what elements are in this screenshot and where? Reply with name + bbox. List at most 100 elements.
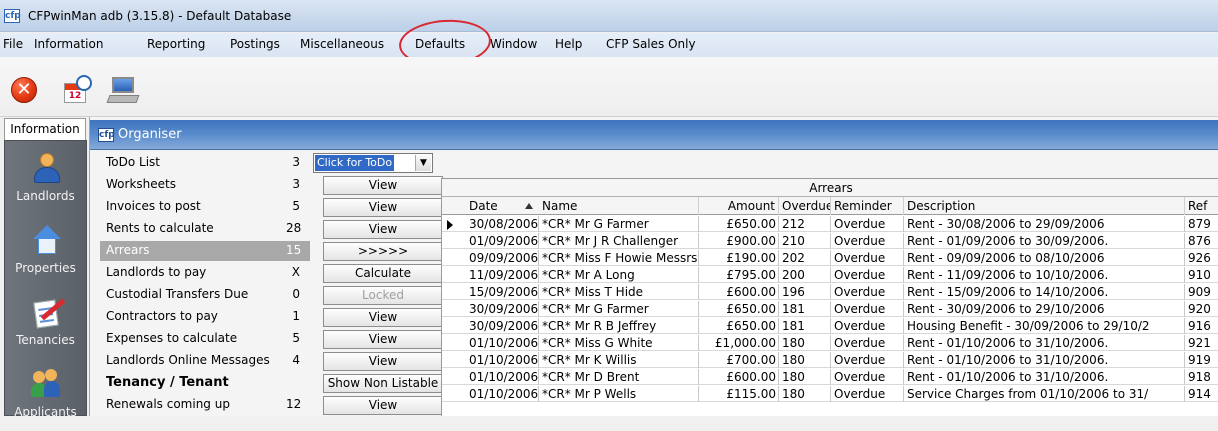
ref-cell: 919 [1188, 353, 1211, 367]
view-rents-button[interactable]: View [323, 220, 443, 239]
menu-reporting[interactable]: Reporting [147, 37, 205, 51]
show-non-listable-button[interactable]: Show Non Listable [323, 374, 443, 393]
description-cell: Rent - 15/09/2006 to 14/10/2006. [904, 284, 1185, 300]
reminder-cell: Overdue [831, 352, 904, 368]
nav-panel: Landlords Properties Tenancies Applicant… [4, 140, 87, 419]
menu-miscellaneous[interactable]: Miscellaneous [300, 37, 384, 51]
date-cell: 09/09/2006 [466, 250, 539, 266]
menu-defaults[interactable]: Defaults [415, 37, 465, 51]
row-label: Renewals coming up [106, 397, 230, 411]
table-row[interactable]: 01/09/2006 *CR* Mr J R Challenger £900.00 2… [442, 233, 1218, 249]
calendar-icon[interactable]: 12 [62, 75, 92, 105]
nav-label-landlords: Landlords [16, 189, 75, 203]
row-label: Custodial Transfers Due [106, 287, 249, 301]
applicants-icon [31, 369, 63, 399]
name-cell: *CR* Mr R B Jeffrey [539, 318, 699, 334]
table-row[interactable]: 01/10/2006 *CR* Mr D Brent £600.00 180 Overd… [442, 369, 1218, 385]
view-worksheets-button[interactable]: View [323, 176, 443, 195]
organiser-header: cfp Organiser [90, 120, 1218, 150]
ref-cell: 918 [1188, 370, 1211, 384]
reminder-cell: Overdue [831, 216, 904, 232]
column-header-overdue[interactable]: Overdue [779, 197, 831, 215]
arrears-grid[interactable]: Arrears Date Name Amount Overdue Reminde… [441, 178, 1218, 416]
computer-icon[interactable] [106, 75, 140, 105]
row-label: Landlords to pay [106, 265, 207, 279]
table-row[interactable]: 30/08/2006 *CR* Mr G Farmer £650.00 212 Over… [442, 216, 1218, 232]
name-cell: *CR* Miss F Howie Messrs [539, 250, 699, 266]
date-cell: 01/10/2006 [466, 335, 539, 351]
table-row[interactable]: 30/09/2006 *CR* Mr G Farmer £650.00 181 Over… [442, 301, 1218, 317]
column-header-ref[interactable]: Ref [1185, 197, 1218, 215]
view-contractors-button[interactable]: View [323, 308, 443, 327]
table-row[interactable]: 09/09/2006 *CR* Miss F Howie Messrs £190.0… [442, 250, 1218, 266]
nav-item-applicants[interactable]: Applicants [5, 365, 86, 431]
app-logo-icon: cfp [4, 9, 21, 23]
reminder-cell: Overdue [831, 250, 904, 266]
table-row[interactable]: 11/09/2006 *CR* Mr A Long £795.00 200 Overdu… [442, 267, 1218, 283]
row-count: 1 [292, 309, 300, 323]
locked-button: Locked [323, 286, 443, 305]
row-indicator [442, 233, 466, 249]
amount-cell: £600.00 [699, 284, 779, 300]
column-header-name[interactable]: Name [539, 197, 699, 215]
amount-cell: £115.00 [699, 386, 779, 402]
view-messages-button[interactable]: View [323, 352, 443, 371]
ref-cell: 910 [1188, 268, 1211, 282]
menu-information[interactable]: Information [34, 37, 103, 51]
organiser-row-renewals: Renewals coming up 12 View [100, 395, 443, 417]
date-cell: 30/09/2006 [466, 301, 539, 317]
menu-window[interactable]: Window [490, 37, 537, 51]
row-count: 5 [292, 331, 300, 345]
amount-cell: £900.00 [699, 233, 779, 249]
view-renewals-button[interactable]: View [323, 396, 443, 415]
nav-item-landlords[interactable]: Landlords [5, 149, 86, 215]
chevron-down-icon[interactable]: ▼ [415, 155, 431, 171]
row-label[interactable]: Arrears [106, 243, 150, 257]
row-indicator [442, 267, 466, 283]
name-cell: *CR* Miss T Hide [539, 284, 699, 300]
amount-cell: £650.00 [699, 216, 779, 232]
date-cell: 01/10/2006 [466, 352, 539, 368]
ref-cell: 921 [1188, 336, 1211, 350]
description-cell: Rent - 30/09/2006 to 29/10/2006 [904, 301, 1185, 317]
arrears-expand-button[interactable]: >>>>> [323, 242, 443, 261]
overdue-cell: 200 [779, 267, 831, 283]
menu-cfp-sales-only[interactable]: CFP Sales Only [606, 37, 696, 51]
column-header-amount[interactable]: Amount [699, 197, 779, 215]
description-cell: Housing Benefit - 30/09/2006 to 29/10/2 [904, 318, 1185, 334]
nav-item-tenancies[interactable]: Tenancies [5, 293, 86, 359]
row-label: Expenses to calculate [106, 331, 238, 345]
menu-file[interactable]: File [3, 37, 23, 51]
overdue-cell: 212 [779, 216, 831, 232]
tab-information[interactable]: Information [4, 118, 86, 140]
column-header-description[interactable]: Description [904, 197, 1185, 215]
table-row[interactable]: 01/10/2006 *CR* Miss G White £1,000.00 180 O… [442, 335, 1218, 351]
nav-item-properties[interactable]: Properties [5, 221, 86, 287]
todo-dropdown-value: Click for ToDo [315, 155, 395, 171]
table-row[interactable]: 15/09/2006 *CR* Miss T Hide £600.00 196 Over… [442, 284, 1218, 300]
todo-dropdown[interactable]: Click for ToDo ▼ [313, 153, 433, 173]
table-row[interactable]: 01/10/2006 *CR* Mr P Wells £115.00 180 Overd… [442, 386, 1218, 402]
exit-icon[interactable]: ✕ [8, 75, 38, 105]
overdue-cell: 180 [779, 335, 831, 351]
tenancy-icon [31, 297, 66, 329]
menu-postings[interactable]: Postings [230, 37, 280, 51]
organiser-row-expenses: Expenses to calculate 5 View [100, 329, 443, 351]
ref-cell: 916 [1188, 319, 1211, 333]
grid-caption: Arrears [442, 179, 1218, 197]
organiser-row-tenancy-tenant: Tenancy / Tenant Show Non Listable [100, 373, 443, 395]
table-row[interactable]: 30/09/2006 *CR* Mr R B Jeffrey £650.00 181 O… [442, 318, 1218, 334]
organiser-row-messages: Landlords Online Messages 4 View [100, 351, 443, 373]
menu-help[interactable]: Help [555, 37, 582, 51]
table-row[interactable]: 01/10/2006 *CR* Mr K Willis £700.00 180 Over… [442, 352, 1218, 368]
name-cell: *CR* Mr G Farmer [539, 301, 699, 317]
overdue-cell: 181 [779, 318, 831, 334]
current-row-pointer-icon [447, 220, 453, 230]
view-invoices-button[interactable]: View [323, 198, 443, 217]
column-header-reminder[interactable]: Reminder [831, 197, 904, 215]
view-expenses-button[interactable]: View [323, 330, 443, 349]
calculate-button[interactable]: Calculate [323, 264, 443, 283]
row-label: Worksheets [106, 177, 176, 191]
amount-cell: £700.00 [699, 352, 779, 368]
row-label: Rents to calculate [106, 221, 214, 235]
